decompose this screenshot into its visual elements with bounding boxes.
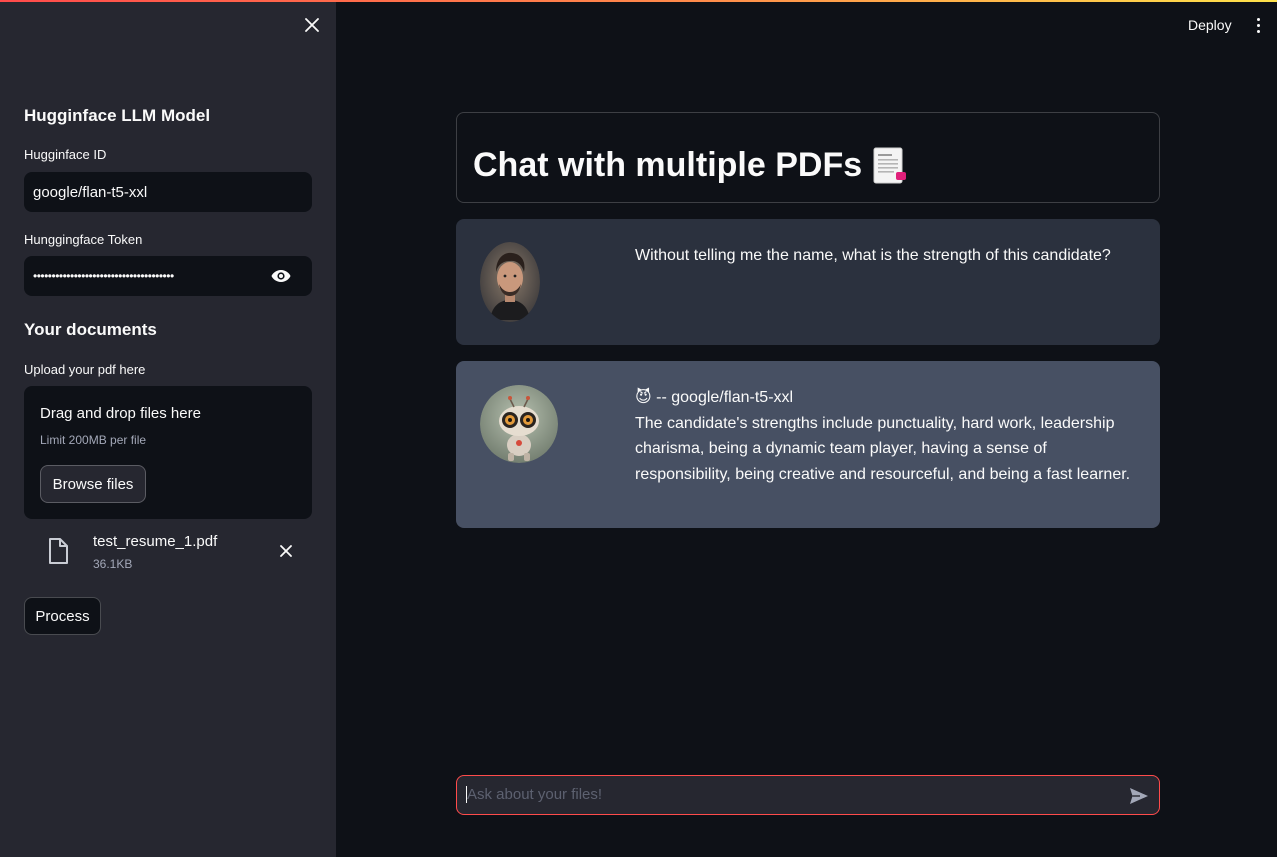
dropzone-title: Drag and drop files here — [40, 405, 201, 422]
model-section-heading: Hugginface LLM Model — [24, 106, 211, 125]
user-message-text: Without telling me the name, what is the… — [635, 247, 1111, 264]
file-icon — [49, 538, 68, 564]
bot-message: 😈 -- google/flan-t5-xxl The candidate's … — [456, 361, 1160, 528]
huggingface-id-value: google/flan-t5-xxl — [33, 183, 148, 201]
dropzone-limit: Limit 200MB per file — [40, 433, 147, 447]
kebab-dot — [1256, 17, 1260, 21]
deploy-button[interactable]: Deploy — [1180, 14, 1240, 36]
page-title: Chat with multiple PDFs — [473, 146, 908, 185]
file-dropzone[interactable]: Drag and drop files here Limit 200MB per… — [24, 386, 312, 519]
user-message: Without telling me the name, what is the… — [456, 219, 1160, 345]
huggingface-token-input[interactable]: •••••••••••••••••••••••••••••••••••••• — [24, 256, 312, 296]
huggingface-token-label: Hunggingface Token — [24, 232, 143, 247]
bot-avatar-image — [480, 385, 558, 463]
send-button[interactable] — [1128, 785, 1150, 807]
huggingface-id-label: Hugginface ID — [24, 147, 107, 162]
kebab-dot — [1256, 23, 1260, 27]
title-container: Chat with multiple PDFs — [456, 112, 1160, 203]
chat-input[interactable]: Ask about your files! — [456, 775, 1160, 815]
uploaded-file-size: 36.1KB — [93, 557, 133, 571]
chat-input-placeholder: Ask about your files! — [466, 786, 603, 803]
bot-model-header: 😈 -- google/flan-t5-xxl — [635, 385, 1135, 411]
huggingface-id-input[interactable]: google/flan-t5-xxl — [24, 172, 312, 212]
bot-message-text: The candidate's strengths include punctu… — [635, 414, 1131, 483]
show-password-button[interactable] — [270, 266, 292, 286]
documents-section-heading: Your documents — [24, 320, 157, 339]
bot-avatar — [480, 385, 558, 463]
close-icon — [280, 545, 292, 557]
main-menu-button[interactable] — [1248, 14, 1268, 36]
browse-files-button[interactable]: Browse files — [40, 465, 146, 503]
page-title-text: Chat with multiple PDFs — [473, 146, 863, 184]
kebab-dot — [1256, 29, 1260, 33]
upload-label: Upload your pdf here — [24, 362, 146, 377]
remove-file-button[interactable] — [276, 541, 296, 561]
process-button[interactable]: Process — [24, 597, 101, 635]
document-icon — [873, 147, 907, 183]
bot-model-label: -- google/flan-t5-xxl — [656, 389, 794, 406]
close-icon — [305, 18, 319, 32]
top-decoration-bar — [0, 0, 1277, 2]
uploaded-file-item: test_resume_1.pdf 36.1KB — [24, 528, 312, 574]
eye-icon — [271, 270, 291, 282]
uploaded-file-name: test_resume_1.pdf — [93, 533, 218, 550]
devil-emoji: 😈 — [635, 389, 652, 406]
user-avatar — [480, 242, 540, 322]
sidebar: Hugginface LLM Model Hugginface ID googl… — [0, 0, 336, 857]
user-avatar-image — [480, 242, 540, 322]
send-icon — [1130, 788, 1148, 804]
token-masked-value: •••••••••••••••••••••••••••••••••••••• — [33, 269, 174, 283]
close-sidebar-button[interactable] — [301, 14, 323, 36]
bot-message-content: 😈 -- google/flan-t5-xxl The candidate's … — [635, 385, 1135, 487]
